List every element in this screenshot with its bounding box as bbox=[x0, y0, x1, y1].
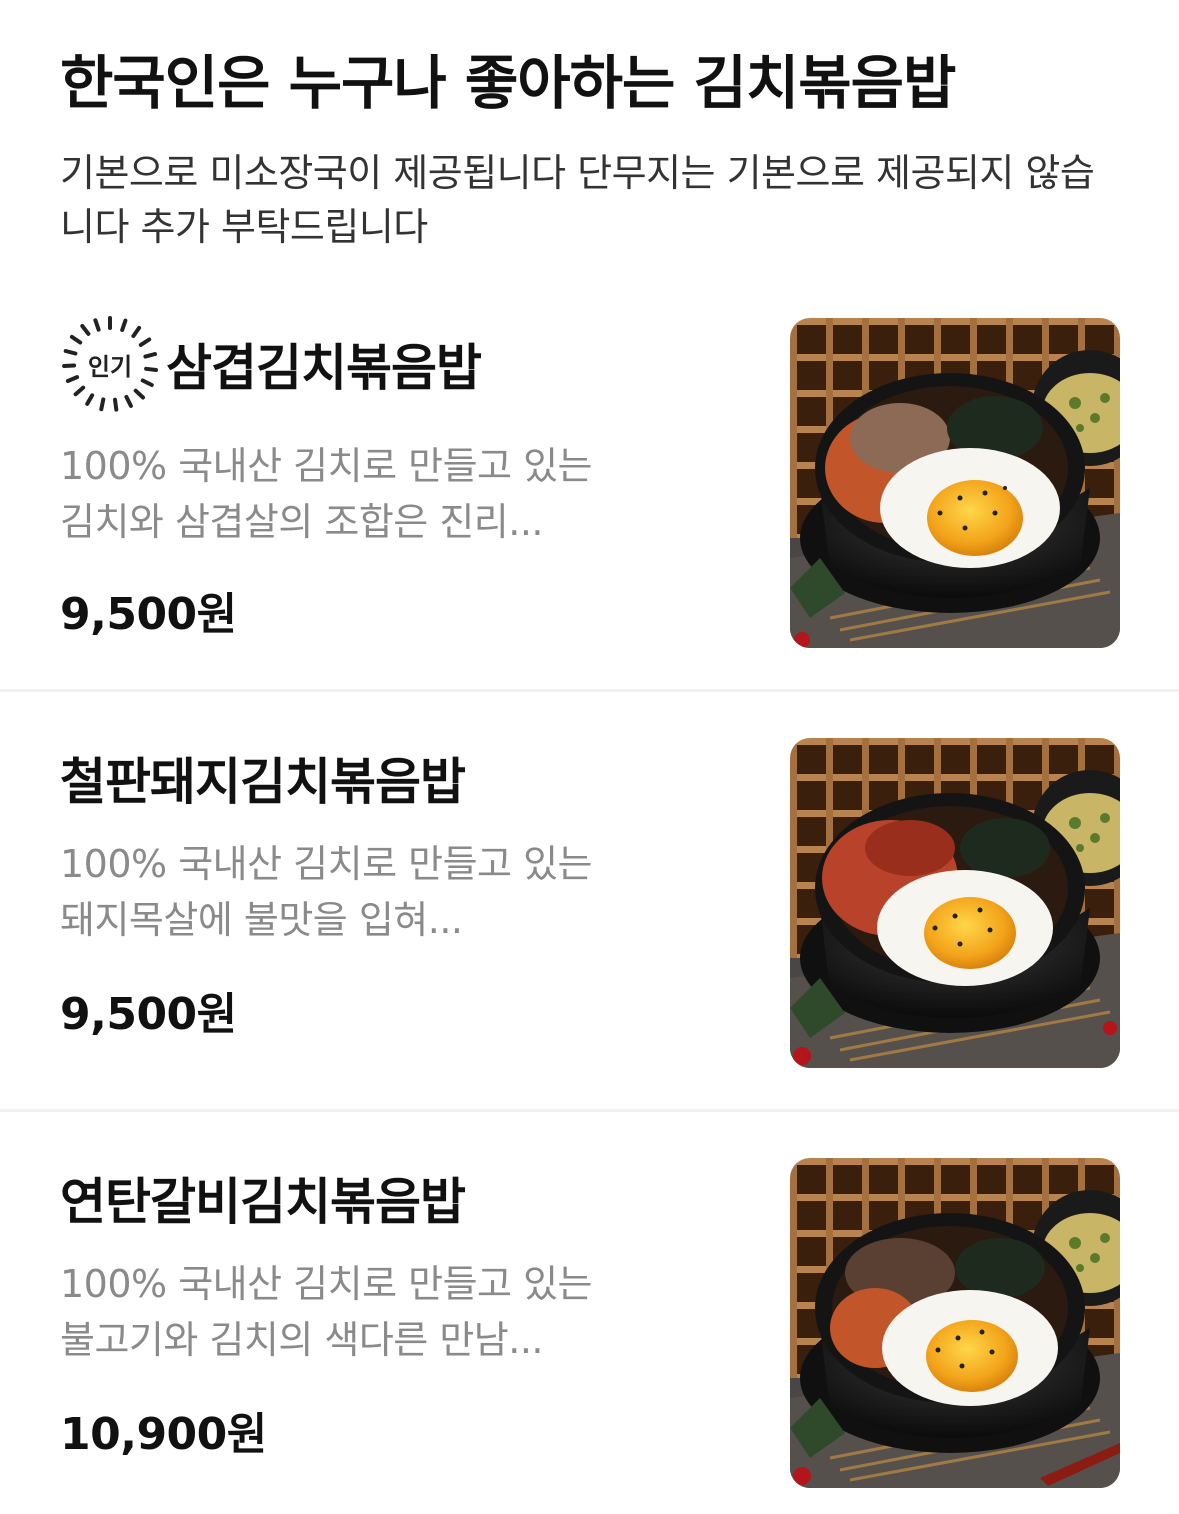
menu-item-name-row: 인기 삼겹김치볶음밥 bbox=[60, 314, 482, 414]
menu-item-info: 인기 삼겹김치볶음밥 100% 국내산 김치로 만들고 있는 김치와 삼겹살의 … bbox=[60, 272, 760, 692]
menu-item-price: 9,500원 bbox=[60, 989, 237, 1040]
description-line: 불고기와 김치의 색다른 만남... bbox=[60, 1318, 544, 1362]
menu-page: 한국인은 누구나 좋아하는 김치볶음밥 기본으로 미소장국이 제공됩니다 단무지… bbox=[0, 0, 1179, 1514]
description-line: 김치와 삼겹살의 조합은 진리... bbox=[60, 500, 544, 544]
menu-item-description: 100% 국내산 김치로 만들고 있는 돼지목살에 불맛을 입혀... bbox=[60, 836, 680, 948]
menu-item-description: 100% 국내산 김치로 만들고 있는 불고기와 김치의 색다른 만남... bbox=[60, 1256, 680, 1368]
menu-item-name: 철판돼지김치볶음밥 bbox=[60, 753, 466, 811]
description-line: 100% 국내산 김치로 만들고 있는 bbox=[60, 1262, 593, 1306]
menu-section-header: 한국인은 누구나 좋아하는 김치볶음밥 기본으로 미소장국이 제공됩니다 단무지… bbox=[60, 42, 1140, 254]
menu-item[interactable]: 철판돼지김치볶음밥 100% 국내산 김치로 만들고 있는 돼지목살에 불맛을 … bbox=[0, 692, 1179, 1112]
description-line: 돼지목살에 불맛을 입혀... bbox=[60, 898, 463, 942]
menu-item-name: 연탄갈비김치볶음밥 bbox=[60, 1173, 466, 1231]
description-line: 100% 국내산 김치로 만들고 있는 bbox=[60, 842, 593, 886]
section-description: 기본으로 미소장국이 제공됩니다 단무지는 기본으로 제공되지 않습니다 추가 … bbox=[60, 151, 1095, 249]
description-line: 100% 국내산 김치로 만들고 있는 bbox=[60, 444, 593, 488]
kimchi-fried-rice-photo[interactable] bbox=[790, 318, 1120, 648]
section-title: 한국인은 누구나 좋아하는 김치볶음밥 bbox=[60, 49, 956, 117]
menu-item-description: 100% 국내산 김치로 만들고 있는 김치와 삼겹살의 조합은 진리... bbox=[60, 438, 680, 550]
menu-item[interactable]: 인기 삼겹김치볶음밥 100% 국내산 김치로 만들고 있는 김치와 삼겹살의 … bbox=[0, 272, 1179, 692]
menu-item-price: 10,900원 bbox=[60, 1409, 267, 1460]
menu-item-name-row: 연탄갈비김치볶음밥 bbox=[60, 1148, 466, 1248]
menu-item-info: 철판돼지김치볶음밥 100% 국내산 김치로 만들고 있는 돼지목살에 불맛을 … bbox=[60, 692, 760, 1112]
menu-item[interactable]: 연탄갈비김치볶음밥 100% 국내산 김치로 만들고 있는 불고기와 김치의 색… bbox=[0, 1112, 1179, 1514]
kimchi-fried-rice-photo[interactable] bbox=[790, 738, 1120, 1068]
menu-item-name: 삼겹김치볶음밥 bbox=[166, 339, 482, 397]
menu-item-info: 연탄갈비김치볶음밥 100% 국내산 김치로 만들고 있는 불고기와 김치의 색… bbox=[60, 1112, 760, 1514]
menu-item-price: 9,500원 bbox=[60, 589, 237, 640]
popular-badge: 인기 bbox=[60, 314, 160, 414]
menu-item-name-row: 철판돼지김치볶음밥 bbox=[60, 728, 466, 828]
kimchi-fried-rice-photo[interactable] bbox=[790, 1158, 1120, 1488]
badge-label: 인기 bbox=[87, 352, 133, 381]
